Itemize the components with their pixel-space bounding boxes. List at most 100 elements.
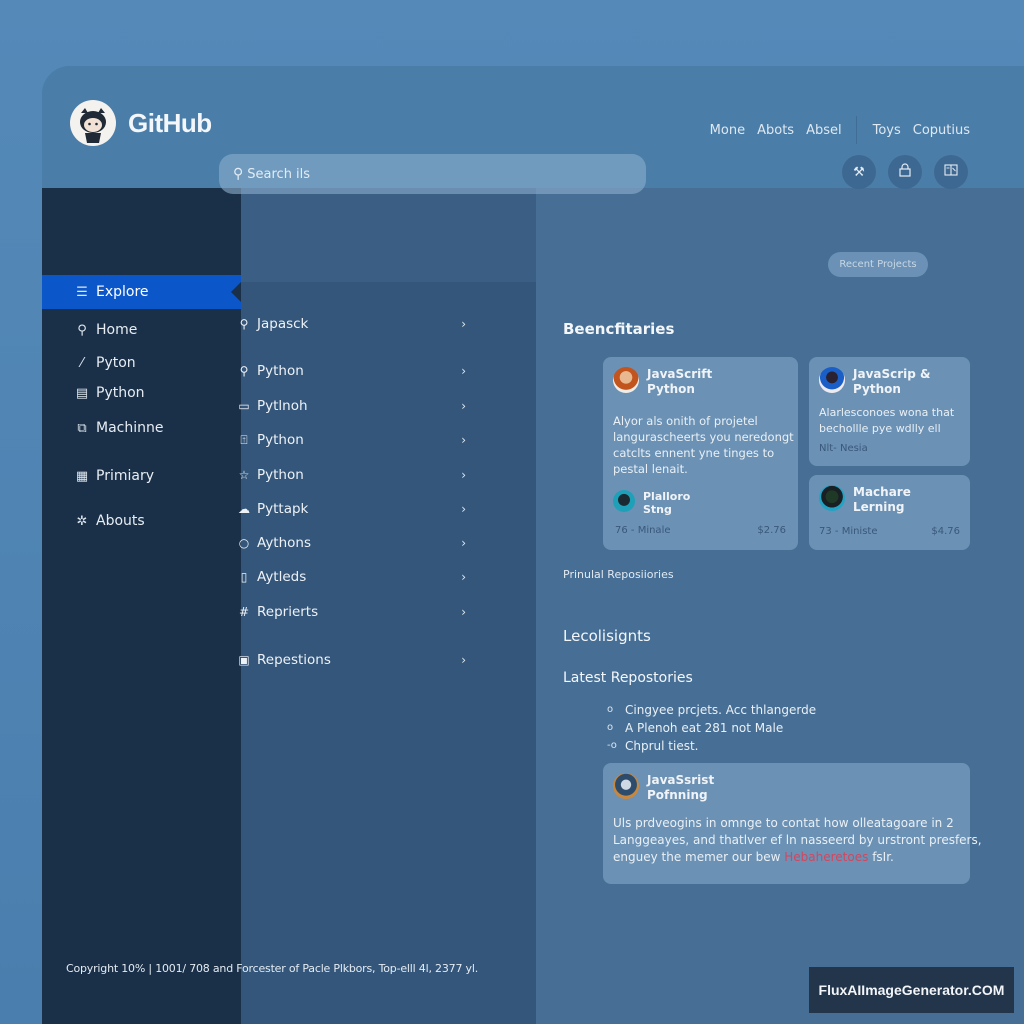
gear-icon: ✲ — [76, 513, 88, 529]
list-item[interactable]: ▭ Pytlnoh › — [236, 394, 466, 418]
card-header: JavaSsrist Pofnning — [613, 773, 714, 803]
list-item-label: Pyttapk — [257, 501, 309, 517]
list-item[interactable]: ⚲ Python › — [236, 359, 466, 383]
chevron-right-icon: › — [461, 570, 466, 584]
list-item[interactable]: ☆ Python › — [236, 463, 466, 487]
author-name: Plalloro — [643, 490, 691, 503]
avatar — [819, 367, 845, 393]
list-item[interactable]: o A Plenoh eat 281 not Male — [607, 719, 816, 737]
project-card[interactable]: JavaScrift Python Alyor als onith of pro… — [603, 357, 798, 550]
sidebar: ☰ Explore ⚲ Home ⁄ Pyton ▤ Python ⧉ Mach… — [42, 188, 241, 1024]
chevron-right-icon: › — [461, 468, 466, 482]
card-meta-left: Nlt- Nesia — [819, 443, 868, 454]
book-icon — [944, 164, 958, 180]
nav-link-abots[interactable]: Abots — [757, 123, 794, 138]
brand-name: GitHub — [128, 107, 212, 138]
list-item-label: Cingyee prcjets. Acc thlangerde — [625, 703, 817, 717]
list-item[interactable]: -o Chprul tiest. — [607, 737, 816, 755]
recent-projects-button[interactable]: Recent Projects — [828, 252, 928, 277]
feature-card[interactable]: JavaSsrist Pofnning Uls prdveogins in om… — [603, 763, 982, 884]
bullet-icon: o — [607, 704, 614, 715]
avatar — [613, 490, 635, 512]
list-item-label: Python — [257, 432, 304, 448]
sidebar-item-python[interactable]: ▤ Python — [42, 376, 241, 410]
description-line: langurascheerts you neredongt — [613, 430, 794, 444]
sidebar-item-label: Pyton — [96, 355, 136, 371]
list-item-label: Repestions — [257, 652, 331, 668]
watermark: FluxAIImageGenerator.COM — [809, 967, 1014, 1013]
search-bar[interactable]: ⚲ — [219, 154, 646, 194]
pen-icon: ⁄ — [80, 355, 84, 371]
list-item-label: Aythons — [257, 535, 312, 551]
list-item[interactable]: o Cingyee prcjets. Acc thlangerde — [607, 701, 816, 719]
top-nav: Mone Abots Absel Toys Coputius — [698, 116, 970, 144]
upload-icon: ⍐ — [240, 432, 248, 447]
nav-link-mone[interactable]: Mone — [710, 123, 745, 138]
octocat-avatar-icon — [70, 100, 116, 146]
sidebar-item-machinne[interactable]: ⧉ Machinne — [42, 411, 241, 445]
list-item-label: Japasck — [257, 316, 309, 332]
list-item-label: Chprul tiest. — [625, 739, 699, 753]
sidebar-item-primiary[interactable]: ▦ Primiary — [42, 459, 241, 493]
description-line: Langgeayes, and thatlver ef ln nasseerd … — [613, 833, 982, 847]
copyright-footer: Copyright 10% | 1001/ 708 and Forcester … — [66, 962, 478, 975]
nav-divider — [855, 116, 857, 144]
card-title: JavaScrift — [647, 367, 713, 381]
circle-icon: ○ — [238, 536, 250, 550]
list-item[interactable]: ⍐ Python › — [236, 428, 466, 452]
highlight-link[interactable]: Hebaheretoes — [784, 850, 868, 864]
avatar — [613, 773, 639, 799]
bullet-icon: -o — [607, 740, 617, 751]
avatar — [819, 485, 845, 511]
list-item[interactable]: ▣ Repestions › — [236, 648, 466, 672]
list-item-label: Reprierts — [257, 604, 319, 620]
sidebar-item-label: Abouts — [96, 513, 145, 529]
card-description: Uls prdveogins in omnge to contat how ol… — [613, 815, 982, 866]
list-item[interactable]: ○ Aythons › — [236, 531, 466, 555]
sidebar-item-pyton[interactable]: ⁄ Pyton — [42, 346, 241, 380]
card-header: JavaScrift Python — [613, 367, 712, 397]
card-description: Alyor als onith of projetel languraschee… — [613, 413, 794, 477]
description-line: Uls prdveogins in omnge to contat how ol… — [613, 816, 954, 830]
card-title: JavaScrip & — [853, 367, 931, 381]
description-line: Alyor als onith of projetel — [613, 414, 758, 428]
latest-repositories-list: o Cingyee prcjets. Acc thlangerde o A Plen… — [607, 701, 816, 755]
middle-panel-header — [241, 188, 536, 282]
tools-button[interactable]: ⚒ — [842, 155, 876, 189]
chevron-right-icon: › — [461, 536, 466, 550]
sidebar-item-abouts[interactable]: ✲ Abouts — [42, 504, 241, 538]
insights-title: Lecolisignts — [563, 627, 651, 645]
card-price: $4.76 — [931, 526, 960, 537]
panel-icon: ▯ — [240, 570, 248, 584]
search-icon: ⚲ — [239, 317, 249, 331]
card-description: Alarlesconoes wona that bechollle pye wd… — [819, 405, 954, 437]
sidebar-item-label: Home — [96, 322, 138, 338]
sidebar-item-label: Machinne — [96, 420, 164, 436]
nav-link-coputius[interactable]: Coputius — [913, 123, 970, 138]
author-role: Stng — [643, 503, 672, 516]
list-item[interactable]: ☁ Pyttapk › — [236, 497, 466, 521]
search-input[interactable] — [247, 166, 608, 182]
brand-logo[interactable]: GitHub — [70, 100, 212, 146]
cloud-icon: ☁ — [238, 502, 250, 516]
star-icon: ☆ — [238, 468, 250, 482]
lock-icon — [899, 163, 911, 181]
book-button[interactable] — [934, 155, 968, 189]
description-line: pestal lenait. — [613, 462, 688, 476]
primary-repositories-link[interactable]: Prinulal Reposiiories — [563, 568, 674, 581]
lock-button[interactable] — [888, 155, 922, 189]
project-card[interactable]: JavaScrip & Python Alarlesconoes wona th… — [809, 357, 970, 466]
nav-link-absel[interactable]: Absel — [806, 123, 842, 138]
tools-icon: ⚒ — [853, 164, 865, 180]
nav-link-toys[interactable]: Toys — [873, 123, 901, 138]
card-meta-left: 76 - Minale — [615, 525, 671, 536]
card-price: $2.76 — [757, 525, 786, 536]
sidebar-item-label: Primiary — [96, 468, 154, 484]
list-item[interactable]: ▯ Aytleds › — [236, 565, 466, 589]
list-item[interactable]: ⚲ Japasck › — [236, 312, 466, 336]
list-item[interactable]: # Reprierts › — [236, 600, 466, 624]
sidebar-item-explore[interactable]: ☰ Explore — [42, 275, 241, 309]
sidebar-item-home[interactable]: ⚲ Home — [42, 313, 241, 347]
bullet-icon: o — [607, 722, 614, 733]
project-card[interactable]: Machare Lerning 73 - Ministe $4.76 — [809, 475, 970, 550]
